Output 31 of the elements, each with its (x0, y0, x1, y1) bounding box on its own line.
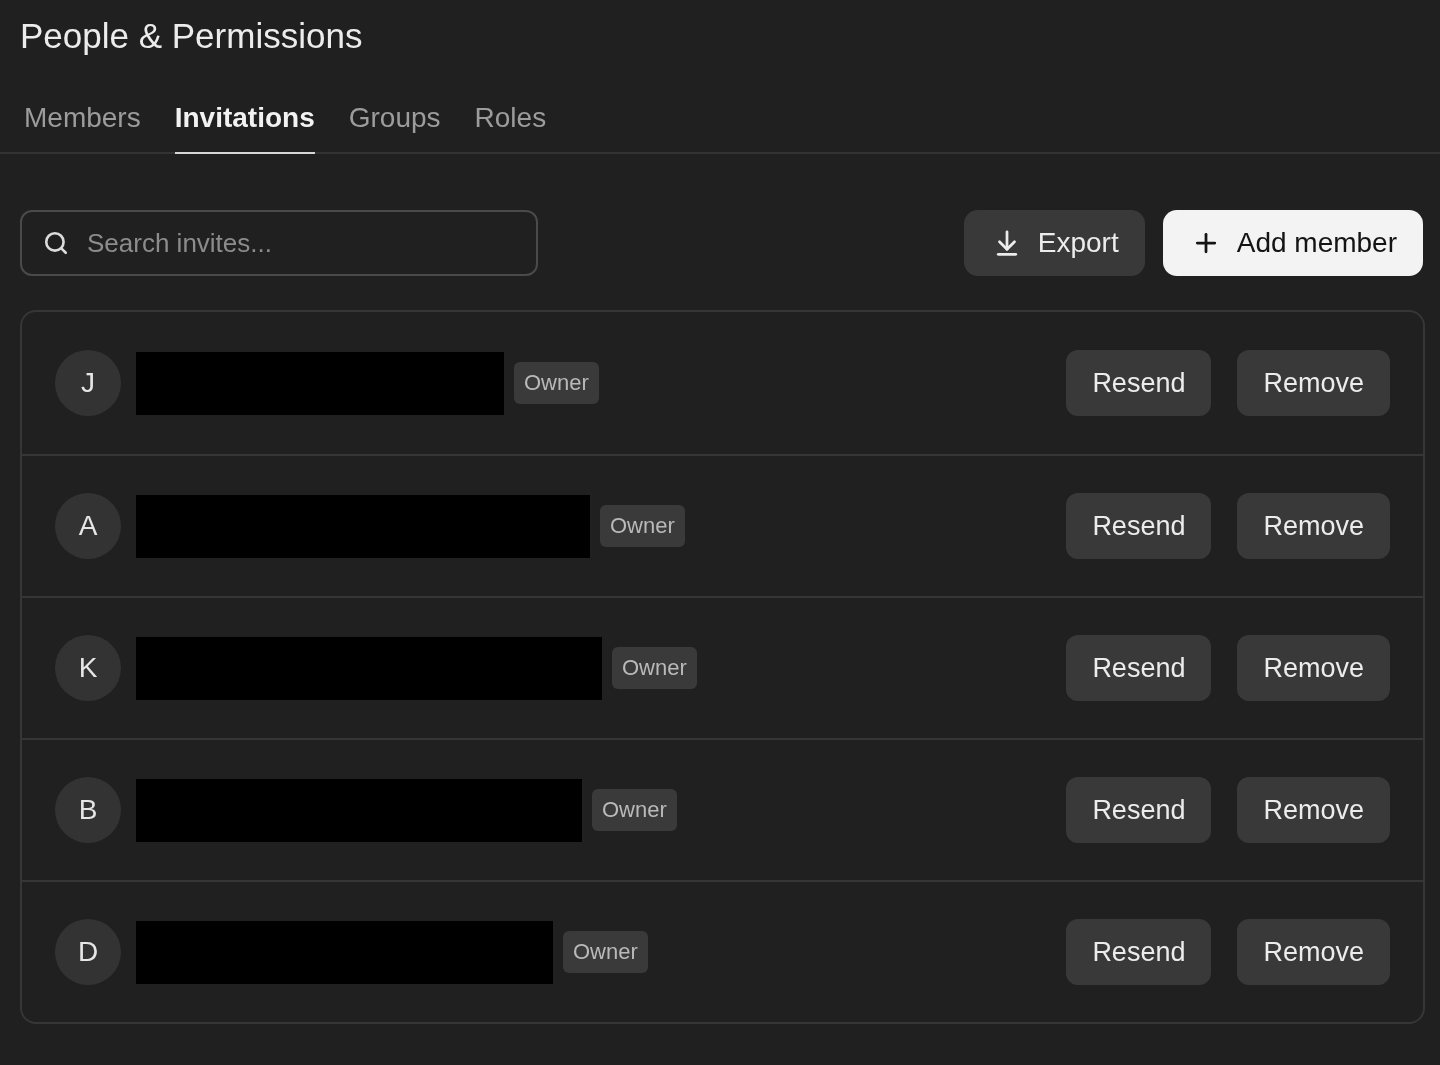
role-tag: Owner (514, 362, 599, 404)
button-label: Export (1037, 227, 1119, 259)
resend-button[interactable]: Resend (1066, 777, 1212, 843)
role-tag: Owner (592, 789, 677, 831)
resend-button[interactable]: Resend (1066, 493, 1212, 559)
avatar: K (55, 635, 121, 701)
button-label: Add member (1236, 227, 1397, 259)
remove-button[interactable]: Remove (1237, 919, 1390, 985)
remove-button[interactable]: Remove (1237, 350, 1390, 416)
tab[interactable]: Invitations (174, 86, 315, 154)
remove-button[interactable]: Remove (1237, 635, 1390, 701)
avatar: B (55, 777, 121, 843)
role-tag: Owner (600, 505, 685, 547)
export-button[interactable]: Export (963, 210, 1145, 276)
avatar: D (55, 919, 121, 985)
resend-button[interactable]: Resend (1066, 635, 1212, 701)
search-field[interactable]: Search invites... (20, 210, 538, 276)
add-member-button[interactable]: Add member (1162, 210, 1423, 276)
resend-button[interactable]: Resend (1066, 919, 1212, 985)
role-tag: Owner (563, 931, 648, 973)
page-title: People & Permissions (20, 15, 363, 57)
avatar: J (55, 350, 121, 416)
remove-button[interactable]: Remove (1237, 493, 1390, 559)
tab[interactable]: Members (24, 86, 141, 154)
remove-button[interactable]: Remove (1237, 777, 1390, 843)
tab[interactable]: Roles (474, 86, 547, 154)
resend-button[interactable]: Resend (1066, 350, 1212, 416)
role-tag: Owner (612, 647, 697, 689)
tab[interactable]: Groups (348, 86, 441, 154)
avatar: A (55, 493, 121, 559)
search-icon (43, 230, 69, 256)
